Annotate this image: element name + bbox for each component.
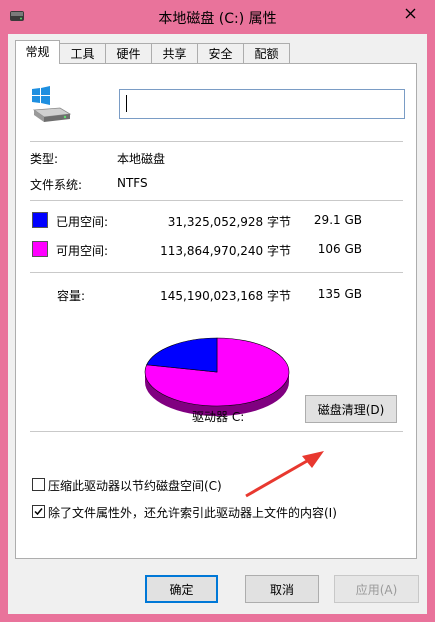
close-button[interactable] bbox=[391, 1, 429, 25]
free-space-size: 106 GB bbox=[317, 242, 362, 256]
used-space-size: 29.1 GB bbox=[313, 213, 362, 227]
windows-drive-icon bbox=[32, 86, 72, 122]
tab-quota[interactable]: 配额 bbox=[243, 43, 290, 63]
apply-button[interactable]: 应用(A) bbox=[334, 575, 419, 603]
used-space-swatch bbox=[32, 212, 48, 228]
capacity-bytes: 145,190,023,168 字节 bbox=[160, 289, 291, 303]
tab-tools[interactable]: 工具 bbox=[59, 43, 106, 63]
tab-general[interactable]: 常规 bbox=[15, 40, 60, 64]
free-space-label: 可用空间: bbox=[56, 244, 109, 258]
general-panel: 类型: 本地磁盘 文件系统: NTFS 已用空间: 31,325,052,928… bbox=[15, 63, 417, 559]
free-space-bytes: 113,864,970,240 字节 bbox=[160, 244, 291, 258]
cancel-button[interactable]: 取消 bbox=[245, 575, 319, 603]
dialog-body: 常规 工具 硬件 共享 安全 配额 类型: 本地磁盘 文件系统: NTFS 已用… bbox=[8, 34, 427, 614]
capacity-label: 容量: bbox=[57, 289, 86, 303]
drive-name-input[interactable] bbox=[119, 89, 405, 119]
tab-security[interactable]: 安全 bbox=[197, 43, 244, 63]
drive-letter-label: 驱动器 C: bbox=[192, 410, 245, 424]
close-icon bbox=[405, 8, 415, 18]
used-space-bytes: 31,325,052,928 字节 bbox=[167, 215, 291, 229]
checkmark-icon bbox=[34, 508, 43, 516]
type-label: 类型: bbox=[30, 152, 59, 166]
tab-hardware[interactable]: 硬件 bbox=[105, 43, 152, 63]
tab-sharing[interactable]: 共享 bbox=[151, 43, 198, 63]
filesystem-label: 文件系统: bbox=[30, 178, 83, 192]
window-title: 本地磁盘 (C:) 属性 bbox=[158, 11, 277, 27]
type-value: 本地磁盘 bbox=[117, 152, 166, 166]
ok-button[interactable]: 确定 bbox=[145, 575, 218, 603]
disk-cleanup-button[interactable]: 磁盘清理(D) bbox=[305, 395, 397, 423]
title-bar: 本地磁盘 (C:) 属性 bbox=[0, 0, 435, 34]
disk-usage-pie bbox=[144, 337, 290, 416]
separator bbox=[30, 272, 403, 273]
free-space-swatch bbox=[32, 241, 48, 257]
compress-label[interactable]: 压缩此驱动器以节约磁盘空间(C) bbox=[48, 477, 222, 494]
index-checkbox[interactable] bbox=[32, 505, 45, 518]
annotation-arrow-icon bbox=[245, 451, 324, 498]
compress-checkbox[interactable] bbox=[32, 478, 45, 491]
capacity-size: 135 GB bbox=[317, 287, 362, 301]
separator bbox=[30, 141, 403, 142]
index-label[interactable]: 除了文件属性外，还允许索引此驱动器上文件的内容(I) bbox=[48, 504, 337, 521]
text-caret bbox=[126, 95, 127, 112]
separator bbox=[30, 431, 403, 432]
used-space-label: 已用空间: bbox=[56, 215, 109, 229]
filesystem-value: NTFS bbox=[117, 176, 148, 190]
separator bbox=[30, 200, 403, 201]
